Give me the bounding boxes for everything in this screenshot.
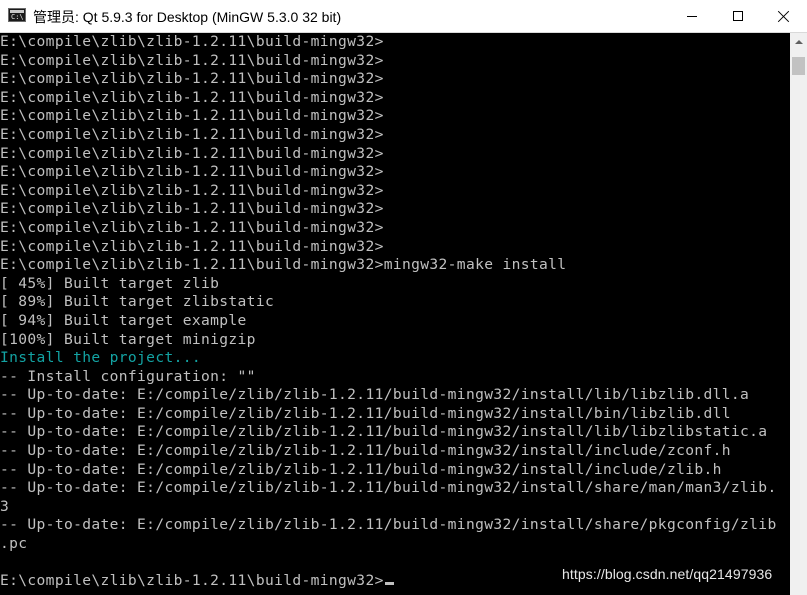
maximize-button[interactable]: [715, 0, 761, 32]
console-line: -- Up-to-date: E:/compile/zlib/zlib-1.2.…: [0, 404, 731, 422]
console-line: E:\compile\zlib\zlib-1.2.11\build-mingw3…: [0, 51, 384, 69]
console-line: Install the project...: [0, 349, 201, 367]
console-line: E:\compile\zlib\zlib-1.2.11\build-mingw3…: [0, 237, 384, 255]
console-line: E:\compile\zlib\zlib-1.2.11\build-mingw3…: [0, 200, 384, 218]
console-line: E:\compile\zlib\zlib-1.2.11\build-mingw3…: [0, 70, 384, 88]
console-line: [ 45%] Built target zlib: [0, 274, 220, 292]
console-icon-text: C:\: [11, 13, 24, 21]
watermark: https://blog.csdn.net/qq21497936: [562, 566, 773, 582]
console-output[interactable]: E:\compile\zlib\zlib-1.2.11\build-mingw3…: [0, 33, 790, 595]
title-bar[interactable]: C:\ 管理员: Qt 5.9.3 for Desktop (MinGW 5.3…: [0, 0, 807, 33]
console-line: E:\compile\zlib\zlib-1.2.11\build-mingw3…: [0, 163, 384, 181]
minimize-icon: [687, 15, 697, 17]
console-line: [100%] Built target minigzip: [0, 330, 256, 348]
console-line: E:\compile\zlib\zlib-1.2.11\build-mingw3…: [0, 144, 384, 162]
scroll-up-arrow-icon[interactable]: [790, 33, 807, 50]
window-title: 管理员: Qt 5.9.3 for Desktop (MinGW 5.3.0 3…: [33, 9, 342, 25]
close-button[interactable]: [761, 0, 807, 32]
text-cursor: [384, 582, 394, 586]
console-line: E:\compile\zlib\zlib-1.2.11\build-mingw3…: [0, 218, 384, 236]
console-line: -- Install configuration: "": [0, 367, 256, 385]
console-line: [ 94%] Built target example: [0, 311, 247, 329]
console-window: C:\ 管理员: Qt 5.9.3 for Desktop (MinGW 5.3…: [0, 0, 807, 595]
console-line: -- Up-to-date: E:/compile/zlib/zlib-1.2.…: [0, 423, 768, 441]
console-icon[interactable]: C:\: [8, 8, 26, 22]
console-line: E:\compile\zlib\zlib-1.2.11\build-mingw3…: [0, 33, 384, 50]
close-icon: [778, 10, 790, 22]
minimize-button[interactable]: [669, 0, 715, 32]
console-line: -- Up-to-date: E:/compile/zlib/zlib-1.2.…: [0, 479, 777, 497]
console-line: -- Up-to-date: E:/compile/zlib/zlib-1.2.…: [0, 386, 750, 404]
console-line: -- Up-to-date: E:/compile/zlib/zlib-1.2.…: [0, 460, 722, 478]
console-line: .pc: [0, 535, 28, 553]
console-line: 3: [0, 497, 10, 515]
scroll-thumb[interactable]: [792, 57, 805, 75]
console-line: E:\compile\zlib\zlib-1.2.11\build-mingw3…: [0, 125, 384, 143]
console-line: E:\compile\zlib\zlib-1.2.11\build-mingw3…: [0, 107, 384, 125]
maximize-icon: [733, 11, 743, 21]
console-line: -- Up-to-date: E:/compile/zlib/zlib-1.2.…: [0, 516, 777, 534]
console-line: [ 89%] Built target zlibstatic: [0, 293, 275, 311]
console-line: E:\compile\zlib\zlib-1.2.11\build-mingw3…: [0, 256, 567, 274]
console-line: -- Up-to-date: E:/compile/zlib/zlib-1.2.…: [0, 442, 731, 460]
console-line: E:\compile\zlib\zlib-1.2.11\build-mingw3…: [0, 181, 384, 199]
console-line: E:\compile\zlib\zlib-1.2.11\build-mingw3…: [0, 88, 384, 106]
vertical-scrollbar[interactable]: [790, 33, 807, 595]
